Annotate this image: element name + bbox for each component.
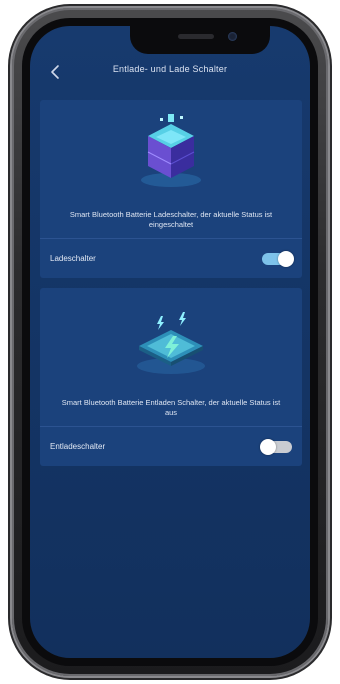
charge-switch-card: Smart Bluetooth Batterie Ladeschalter, d… — [40, 100, 302, 278]
front-camera — [228, 32, 237, 41]
discharge-toggle[interactable] — [260, 439, 292, 455]
chevron-left-icon — [51, 65, 59, 79]
earpiece-speaker — [178, 34, 214, 39]
discharge-status-description: Smart Bluetooth Batterie Entladen Schalt… — [61, 398, 281, 417]
charge-illustration — [40, 110, 302, 190]
discharge-illustration — [40, 300, 302, 380]
charge-switch-label: Ladeschalter — [50, 254, 96, 263]
charge-status-description: Smart Bluetooth Batterie Ladeschalter, d… — [69, 210, 273, 229]
back-button[interactable] — [46, 62, 66, 82]
card-divider — [40, 238, 302, 239]
page-title: Entlade- und Lade Schalter — [112, 64, 228, 74]
card-divider — [40, 426, 302, 427]
battery-cube-icon — [141, 114, 201, 187]
app-screen: Entlade- und Lade Schalter Smart Bluetoo… — [30, 26, 310, 658]
notch — [130, 26, 270, 54]
device-stage: Entlade- und Lade Schalter Smart Bluetoo… — [0, 0, 340, 684]
discharge-switch-label: Entladeschalter — [50, 442, 106, 451]
toggle-knob — [278, 251, 294, 267]
toggle-knob — [260, 439, 276, 455]
lightning-tile-icon — [137, 312, 205, 374]
discharge-switch-card: Smart Bluetooth Batterie Entladen Schalt… — [40, 288, 302, 466]
navigation-bar: Entlade- und Lade Schalter — [30, 54, 310, 96]
charge-toggle[interactable] — [262, 251, 294, 267]
